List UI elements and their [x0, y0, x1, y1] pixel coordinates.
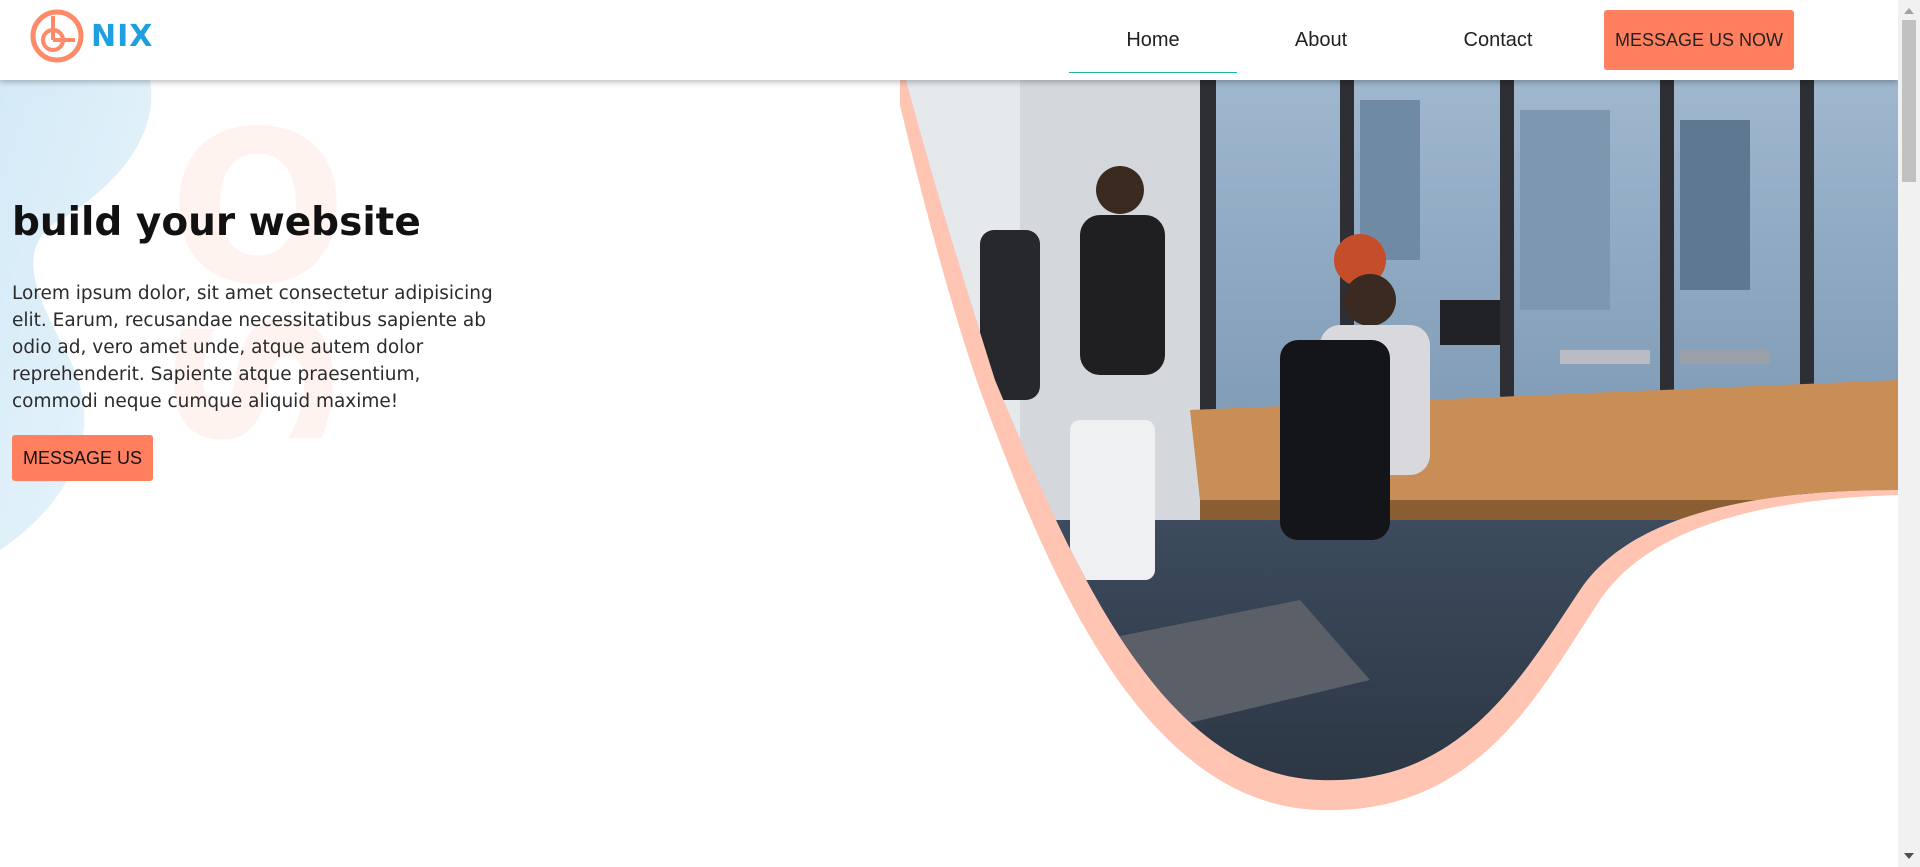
hero-description: Lorem ipsum dolor, sit amet consectetur … — [12, 283, 493, 412]
hero-title: build your website — [12, 200, 421, 245]
hero-office-image — [900, 80, 1898, 811]
brand-name: NIX — [91, 18, 154, 54]
scrollbar-thumb[interactable] — [1902, 20, 1916, 182]
top-navbar: NIX Home About Contact MESSAGE US NOW — [0, 0, 1898, 80]
nav-contact[interactable]: Contact — [1442, 0, 1554, 72]
page-scrollbar[interactable] — [1898, 0, 1920, 867]
brand-logo[interactable]: NIX — [29, 6, 153, 66]
scroll-up-arrow-icon[interactable] — [1904, 8, 1914, 14]
message-us-button[interactable]: MESSAGE US — [12, 435, 153, 481]
scroll-down-arrow-icon[interactable] — [1904, 853, 1914, 859]
target-logo-icon — [30, 9, 84, 63]
nav-about[interactable]: About — [1268, 0, 1374, 72]
nav-home[interactable]: Home — [1069, 0, 1237, 73]
message-us-now-button[interactable]: MESSAGE US NOW — [1604, 10, 1794, 70]
